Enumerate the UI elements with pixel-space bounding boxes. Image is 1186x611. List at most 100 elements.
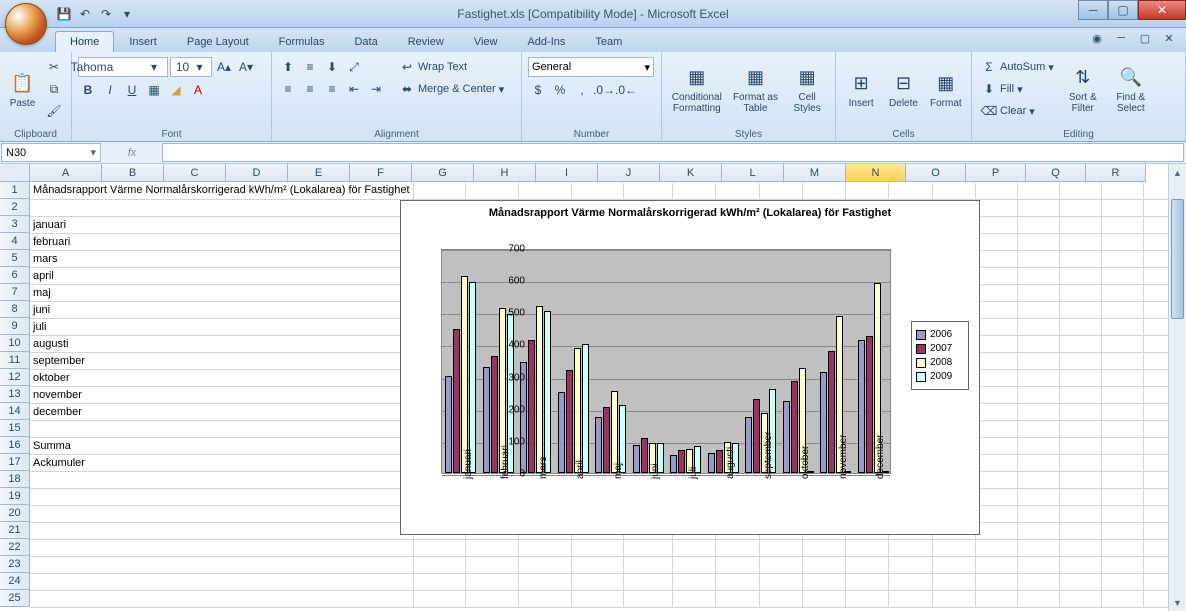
italic-button[interactable]: I bbox=[100, 80, 120, 100]
cell[interactable] bbox=[802, 573, 845, 590]
shrink-font-icon[interactable]: A▾ bbox=[236, 57, 256, 77]
delete-button[interactable]: ⊟Delete bbox=[884, 57, 922, 123]
cell[interactable] bbox=[30, 420, 413, 437]
cell[interactable]: juni bbox=[30, 301, 413, 318]
row-header[interactable]: 14 bbox=[0, 403, 30, 420]
row-header[interactable]: 8 bbox=[0, 301, 30, 318]
cell[interactable] bbox=[976, 522, 1018, 539]
cell[interactable]: Summa bbox=[30, 437, 413, 454]
cell[interactable] bbox=[1101, 573, 1143, 590]
cell[interactable] bbox=[759, 590, 802, 607]
cell[interactable] bbox=[1059, 199, 1101, 216]
cell[interactable] bbox=[976, 590, 1018, 607]
cell[interactable] bbox=[1101, 556, 1143, 573]
comma-icon[interactable]: , bbox=[572, 80, 592, 100]
cell[interactable] bbox=[802, 556, 845, 573]
cell[interactable] bbox=[1017, 403, 1059, 420]
cell[interactable] bbox=[1059, 556, 1101, 573]
cell[interactable] bbox=[976, 199, 1018, 216]
cell[interactable] bbox=[976, 386, 1018, 403]
paste-button[interactable]: 📋 Paste bbox=[6, 57, 39, 123]
cell[interactable] bbox=[932, 556, 975, 573]
cell[interactable] bbox=[1017, 199, 1059, 216]
cell[interactable] bbox=[624, 182, 673, 199]
cell[interactable] bbox=[976, 233, 1018, 250]
cell[interactable] bbox=[571, 590, 624, 607]
cell[interactable] bbox=[1101, 182, 1143, 199]
ribbon-restore-icon[interactable]: ▢ bbox=[1138, 32, 1152, 45]
grow-font-icon[interactable]: A▴ bbox=[214, 57, 234, 77]
cell[interactable] bbox=[466, 590, 519, 607]
cell[interactable] bbox=[466, 573, 519, 590]
cell[interactable] bbox=[759, 573, 802, 590]
vertical-scrollbar[interactable]: ▲ ▼ bbox=[1168, 164, 1186, 611]
cell[interactable] bbox=[716, 182, 759, 199]
format-painter-button[interactable]: 🖌 bbox=[43, 101, 65, 121]
row-header[interactable]: 11 bbox=[0, 352, 30, 369]
cell[interactable]: mars bbox=[30, 250, 413, 267]
cell[interactable] bbox=[1059, 590, 1101, 607]
cell[interactable] bbox=[413, 573, 466, 590]
fill-button[interactable]: ⬇Fill ▾ bbox=[978, 79, 1057, 99]
cell[interactable] bbox=[30, 505, 413, 522]
cell[interactable]: februari bbox=[30, 233, 413, 250]
column-header[interactable]: K bbox=[660, 164, 722, 182]
cell[interactable] bbox=[624, 539, 673, 556]
row-header[interactable]: 15 bbox=[0, 420, 30, 437]
format-button[interactable]: ▦Format bbox=[927, 57, 965, 123]
row-header[interactable]: 24 bbox=[0, 573, 30, 590]
cell[interactable] bbox=[1059, 352, 1101, 369]
cell[interactable] bbox=[976, 182, 1018, 199]
cell[interactable] bbox=[846, 590, 889, 607]
cell-styles-button[interactable]: ▦Cell Styles bbox=[785, 57, 829, 123]
cell[interactable] bbox=[1059, 250, 1101, 267]
decrease-indent-icon[interactable]: ⇤ bbox=[344, 79, 364, 99]
font-size-combo[interactable]: 10▾ bbox=[170, 57, 212, 77]
cell[interactable] bbox=[716, 573, 759, 590]
cell[interactable] bbox=[1059, 420, 1101, 437]
cell[interactable] bbox=[802, 590, 845, 607]
cell[interactable] bbox=[889, 573, 932, 590]
cell[interactable] bbox=[571, 573, 624, 590]
redo-icon[interactable]: ↷ bbox=[97, 5, 115, 23]
cell[interactable] bbox=[518, 556, 571, 573]
cell[interactable] bbox=[976, 420, 1018, 437]
cell[interactable] bbox=[1101, 539, 1143, 556]
cell[interactable]: januari bbox=[30, 216, 413, 233]
cell[interactable] bbox=[976, 505, 1018, 522]
cell[interactable] bbox=[1101, 369, 1143, 386]
cell[interactable] bbox=[1059, 454, 1101, 471]
cell[interactable] bbox=[1059, 318, 1101, 335]
sort-filter-button[interactable]: ⇅Sort & Filter bbox=[1061, 57, 1105, 123]
cell[interactable] bbox=[1017, 216, 1059, 233]
row-header[interactable]: 2 bbox=[0, 199, 30, 216]
worksheet-grid[interactable]: ABCDEFGHIJKLMNOPQR 123456789101112131415… bbox=[0, 164, 1186, 611]
tab-team[interactable]: Team bbox=[580, 31, 637, 52]
cell[interactable] bbox=[1101, 301, 1143, 318]
column-header[interactable]: R bbox=[1086, 164, 1146, 182]
cell[interactable] bbox=[673, 590, 716, 607]
wrap-text-button[interactable]: ↩Wrap Text bbox=[396, 57, 507, 77]
row-header[interactable]: 1 bbox=[0, 182, 30, 199]
cell[interactable] bbox=[1017, 573, 1059, 590]
tab-insert[interactable]: Insert bbox=[114, 31, 172, 52]
cell[interactable] bbox=[1017, 250, 1059, 267]
cell[interactable]: augusti bbox=[30, 335, 413, 352]
cell[interactable] bbox=[716, 539, 759, 556]
column-header[interactable]: E bbox=[288, 164, 350, 182]
cell[interactable] bbox=[846, 573, 889, 590]
border-button[interactable]: ▦ bbox=[144, 80, 164, 100]
embedded-chart[interactable]: Månadsrapport Värme Normalårskorrigerad … bbox=[400, 200, 980, 535]
cell[interactable] bbox=[1059, 216, 1101, 233]
column-header[interactable]: L bbox=[722, 164, 784, 182]
cell[interactable] bbox=[413, 556, 466, 573]
align-center-icon[interactable]: ≡ bbox=[300, 79, 320, 99]
cell[interactable] bbox=[1017, 556, 1059, 573]
ribbon-minimize-icon[interactable]: ─ bbox=[1114, 32, 1128, 45]
column-header[interactable]: N bbox=[846, 164, 906, 182]
cell[interactable] bbox=[759, 182, 802, 199]
cell[interactable] bbox=[976, 488, 1018, 505]
insert-button[interactable]: ⊞Insert bbox=[842, 57, 880, 123]
cell[interactable] bbox=[976, 267, 1018, 284]
align-bottom-icon[interactable]: ⬇ bbox=[322, 57, 342, 77]
